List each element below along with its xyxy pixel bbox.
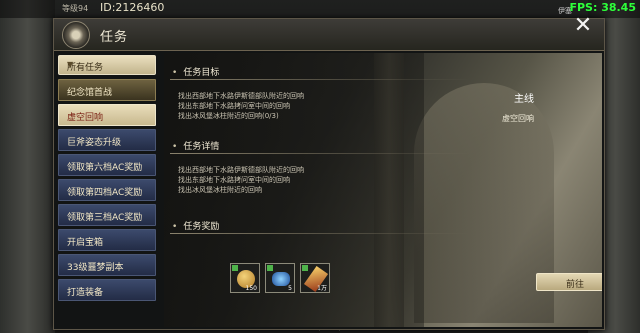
quest-item[interactable]: 开启宝箱	[58, 229, 156, 251]
quest-item-label: 领取第四档AC奖励	[67, 188, 143, 198]
reward-count: 150	[245, 285, 257, 292]
quest-item-label: 打造装备	[67, 288, 104, 298]
quest-item[interactable]: 领取第三档AC奖励	[58, 204, 156, 226]
window-title: 任务	[100, 30, 129, 45]
player-id: ID:2126460	[100, 1, 165, 14]
reward-count: 1万	[317, 285, 327, 292]
reward-slot[interactable]: 5	[265, 263, 295, 293]
chevron-down-icon: ▼	[67, 60, 74, 69]
quest-item-active[interactable]: 虚空回响	[58, 104, 156, 126]
player-level: 等级94	[62, 4, 89, 13]
quest-item[interactable]: 33级噩梦副本	[58, 254, 156, 276]
blue-gem-icon	[272, 272, 290, 286]
top-status-bar: 等级94 ID:2126460 伊塞	[0, 0, 640, 18]
objective-line: 找出东部地下水路拷问室中间的回响	[178, 102, 290, 110]
quest-item-label: 领取第三档AC奖励	[67, 213, 143, 223]
reward-slot[interactable]: 1万	[300, 263, 330, 293]
divider	[170, 79, 470, 80]
quest-item[interactable]: 打造装备	[58, 279, 156, 301]
compass-emblem-icon	[62, 21, 90, 49]
detail-line: 找出东部地下水路拷问室中间的回响	[178, 176, 290, 184]
quest-item-label: 巨斧姿态升级	[67, 138, 122, 148]
quest-list: 所有任务 ▼ 纪念馆首战 虚空回响 巨斧姿态升级 领取第六档AC奖励 领取第四档…	[58, 55, 156, 329]
details-heading: 任务详情	[172, 139, 219, 152]
reward-count: 5	[288, 285, 292, 292]
rarity-badge	[302, 265, 308, 271]
quest-item-label: 领取第六档AC奖励	[67, 163, 143, 173]
objective-line: 找出西部地下水路伊斯德部队附近的回响	[178, 92, 304, 100]
quest-item[interactable]: 领取第四档AC奖励	[58, 179, 156, 201]
quest-item-label: 纪念馆首战	[67, 88, 113, 98]
divider	[170, 233, 470, 234]
close-icon[interactable]: ✕	[572, 15, 594, 37]
quest-detail-panel: 任务目标 找出西部地下水路伊斯德部队附近的回响 找出东部地下水路拷问室中间的回响…	[164, 53, 602, 327]
go-button[interactable]: 前往	[536, 273, 602, 291]
window-header: 任务	[54, 19, 604, 51]
reward-slot[interactable]: 150	[230, 263, 260, 293]
rarity-badge	[232, 265, 238, 271]
quest-item[interactable]: 纪念馆首战	[58, 79, 156, 101]
quest-name: 虚空回响	[502, 114, 534, 123]
rewards-heading: 任务奖励	[172, 219, 219, 232]
quest-item[interactable]: 巨斧姿态升级	[58, 129, 156, 151]
objective-line: 找出冰风堡冰柱附近的回响(0/3)	[178, 112, 279, 120]
go-button-label: 前往	[565, 280, 584, 290]
detail-line: 找出西部地下水路伊斯德部队附近的回响	[178, 166, 304, 174]
quest-item-label: 虚空回响	[67, 113, 104, 123]
quest-filter-dropdown[interactable]: 所有任务 ▼	[58, 55, 156, 75]
detail-line: 找出冰风堡冰柱附近的回响	[178, 186, 262, 194]
quest-item[interactable]: 领取第六档AC奖励	[58, 154, 156, 176]
quest-item-label: 33级噩梦副本	[67, 263, 124, 273]
quest-type-label: 主线	[514, 94, 534, 105]
background-pillar	[0, 0, 55, 333]
divider	[170, 153, 470, 154]
objective-heading: 任务目标	[172, 65, 219, 78]
quest-item-label: 开启宝箱	[67, 238, 104, 248]
rarity-badge	[267, 265, 273, 271]
quest-window: 任务 ✕ 所有任务 ▼ 纪念馆首战 虚空回响 巨斧姿态升级 领取第六档AC奖励 …	[53, 15, 605, 330]
